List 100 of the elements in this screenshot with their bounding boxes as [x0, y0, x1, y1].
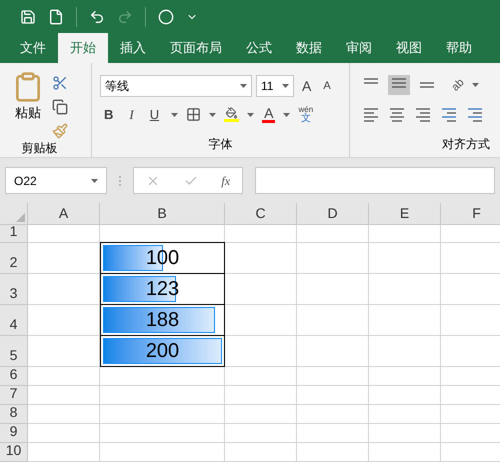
grid-cell [297, 225, 369, 243]
grid-cell [297, 405, 369, 424]
grid-cell [225, 443, 297, 462]
grid-cell [28, 305, 100, 336]
italic-button[interactable]: I [125, 105, 138, 124]
row-header[interactable]: 2 [0, 243, 28, 274]
ribbon-tab[interactable]: 公式 [234, 33, 284, 63]
grid-cell [369, 274, 441, 305]
font-name-field[interactable]: 等线 [100, 75, 252, 97]
ribbon-tab[interactable]: 帮助 [434, 33, 484, 63]
ribbon-tab[interactable]: 审阅 [334, 33, 384, 63]
increase-indent-icon[interactable] [466, 107, 484, 123]
copy-icon[interactable] [52, 99, 68, 115]
grid-cell [369, 405, 441, 424]
ribbon-tab[interactable]: 视图 [384, 33, 434, 63]
caret-icon[interactable] [171, 112, 178, 117]
ribbon-tab[interactable]: 插入 [108, 33, 158, 63]
grid-cell [225, 424, 297, 443]
row-header[interactable]: 8 [0, 405, 28, 424]
drag-handle-icon[interactable] [119, 176, 121, 186]
grid-cell [297, 386, 369, 405]
column-header[interactable]: C [225, 203, 297, 224]
group-label: 剪贴板 [20, 140, 58, 157]
grid-cell [28, 386, 100, 405]
row-header[interactable]: 5 [0, 336, 28, 367]
align-left-icon[interactable] [362, 107, 380, 123]
circle-icon[interactable] [158, 8, 174, 24]
underline-button[interactable]: U [146, 105, 164, 124]
grid-cell [225, 243, 297, 274]
grid-cell [297, 367, 369, 386]
grid-cell [225, 305, 297, 336]
cell-value: 188 [144, 308, 180, 333]
grow-font-button[interactable]: A [298, 76, 316, 96]
insert-function-button[interactable]: fx [221, 172, 230, 190]
save-icon[interactable] [20, 8, 36, 24]
grid-cell [369, 367, 441, 386]
phonetic-button[interactable]: wén 文 [298, 106, 314, 124]
row-header[interactable]: 7 [0, 386, 28, 405]
undo-icon[interactable] [89, 8, 105, 24]
row-header[interactable]: 9 [0, 424, 28, 443]
grid-cell [28, 443, 100, 462]
row-header[interactable]: 3 [0, 274, 28, 305]
grid-cell [225, 405, 297, 424]
grid-cell [28, 367, 100, 386]
caret-icon[interactable] [472, 83, 480, 87]
column-header[interactable]: F [441, 203, 500, 224]
caret-icon[interactable] [283, 112, 290, 117]
column-header[interactable]: A [28, 203, 100, 224]
grid-cell [28, 405, 100, 424]
paste-button[interactable]: 粘贴 [12, 71, 44, 139]
name-box[interactable]: O22 [5, 167, 107, 194]
group-label: 对齐方式 [441, 136, 490, 153]
row-header[interactable]: 10 [0, 443, 28, 462]
row-header[interactable]: 6 [0, 367, 28, 386]
grid-cell [369, 225, 441, 243]
cell-value: 200 [144, 339, 180, 364]
grid-cell [28, 336, 100, 367]
triangle-icon [16, 213, 25, 222]
grid-cell [28, 424, 100, 443]
font-size-field[interactable]: 11 [256, 75, 294, 97]
align-right-icon[interactable] [414, 107, 432, 123]
font-color-button[interactable]: A [262, 106, 276, 124]
ribbon-tab[interactable]: 文件 [8, 33, 58, 63]
caret-icon[interactable] [247, 112, 254, 117]
grid-cell [225, 367, 297, 386]
new-file-icon[interactable] [48, 8, 64, 24]
ribbon-tab[interactable]: 开始 [58, 33, 108, 63]
decrease-indent-icon[interactable] [440, 107, 458, 123]
ribbon-tab[interactable]: 数据 [284, 33, 334, 63]
caret-icon[interactable] [209, 112, 216, 117]
formula-input[interactable] [255, 167, 495, 194]
grid-cell [297, 443, 369, 462]
cut-icon[interactable] [52, 75, 68, 91]
row-header[interactable]: 1 [0, 225, 28, 243]
caret-icon[interactable] [240, 84, 247, 88]
borders-icon[interactable] [186, 107, 202, 122]
grid-cell [369, 336, 441, 367]
ribbon-tab[interactable]: 页面布局 [158, 33, 234, 63]
row-header[interactable]: 4 [0, 305, 28, 336]
grid-cell [297, 274, 369, 305]
orientation-icon[interactable]: ab [448, 74, 468, 96]
grid-cell [28, 243, 100, 274]
grid-cell [369, 424, 441, 443]
grid-cell [369, 443, 441, 462]
shrink-font-button[interactable]: A [319, 78, 335, 94]
grid-cell [225, 274, 297, 305]
bold-button[interactable]: B [100, 105, 118, 124]
caret-icon[interactable] [282, 84, 289, 88]
grid-cell [297, 305, 369, 336]
grid-cell [369, 386, 441, 405]
column-header[interactable]: B [100, 203, 225, 224]
grid-cell [297, 336, 369, 367]
fill-color-icon[interactable] [224, 107, 240, 122]
grid-cell [28, 225, 100, 243]
align-center-icon[interactable] [388, 107, 406, 123]
caret-icon[interactable] [91, 178, 98, 182]
column-header[interactable]: D [297, 203, 369, 224]
grid-cell [225, 386, 297, 405]
column-header[interactable]: E [369, 203, 441, 224]
grid-cell [369, 305, 441, 336]
